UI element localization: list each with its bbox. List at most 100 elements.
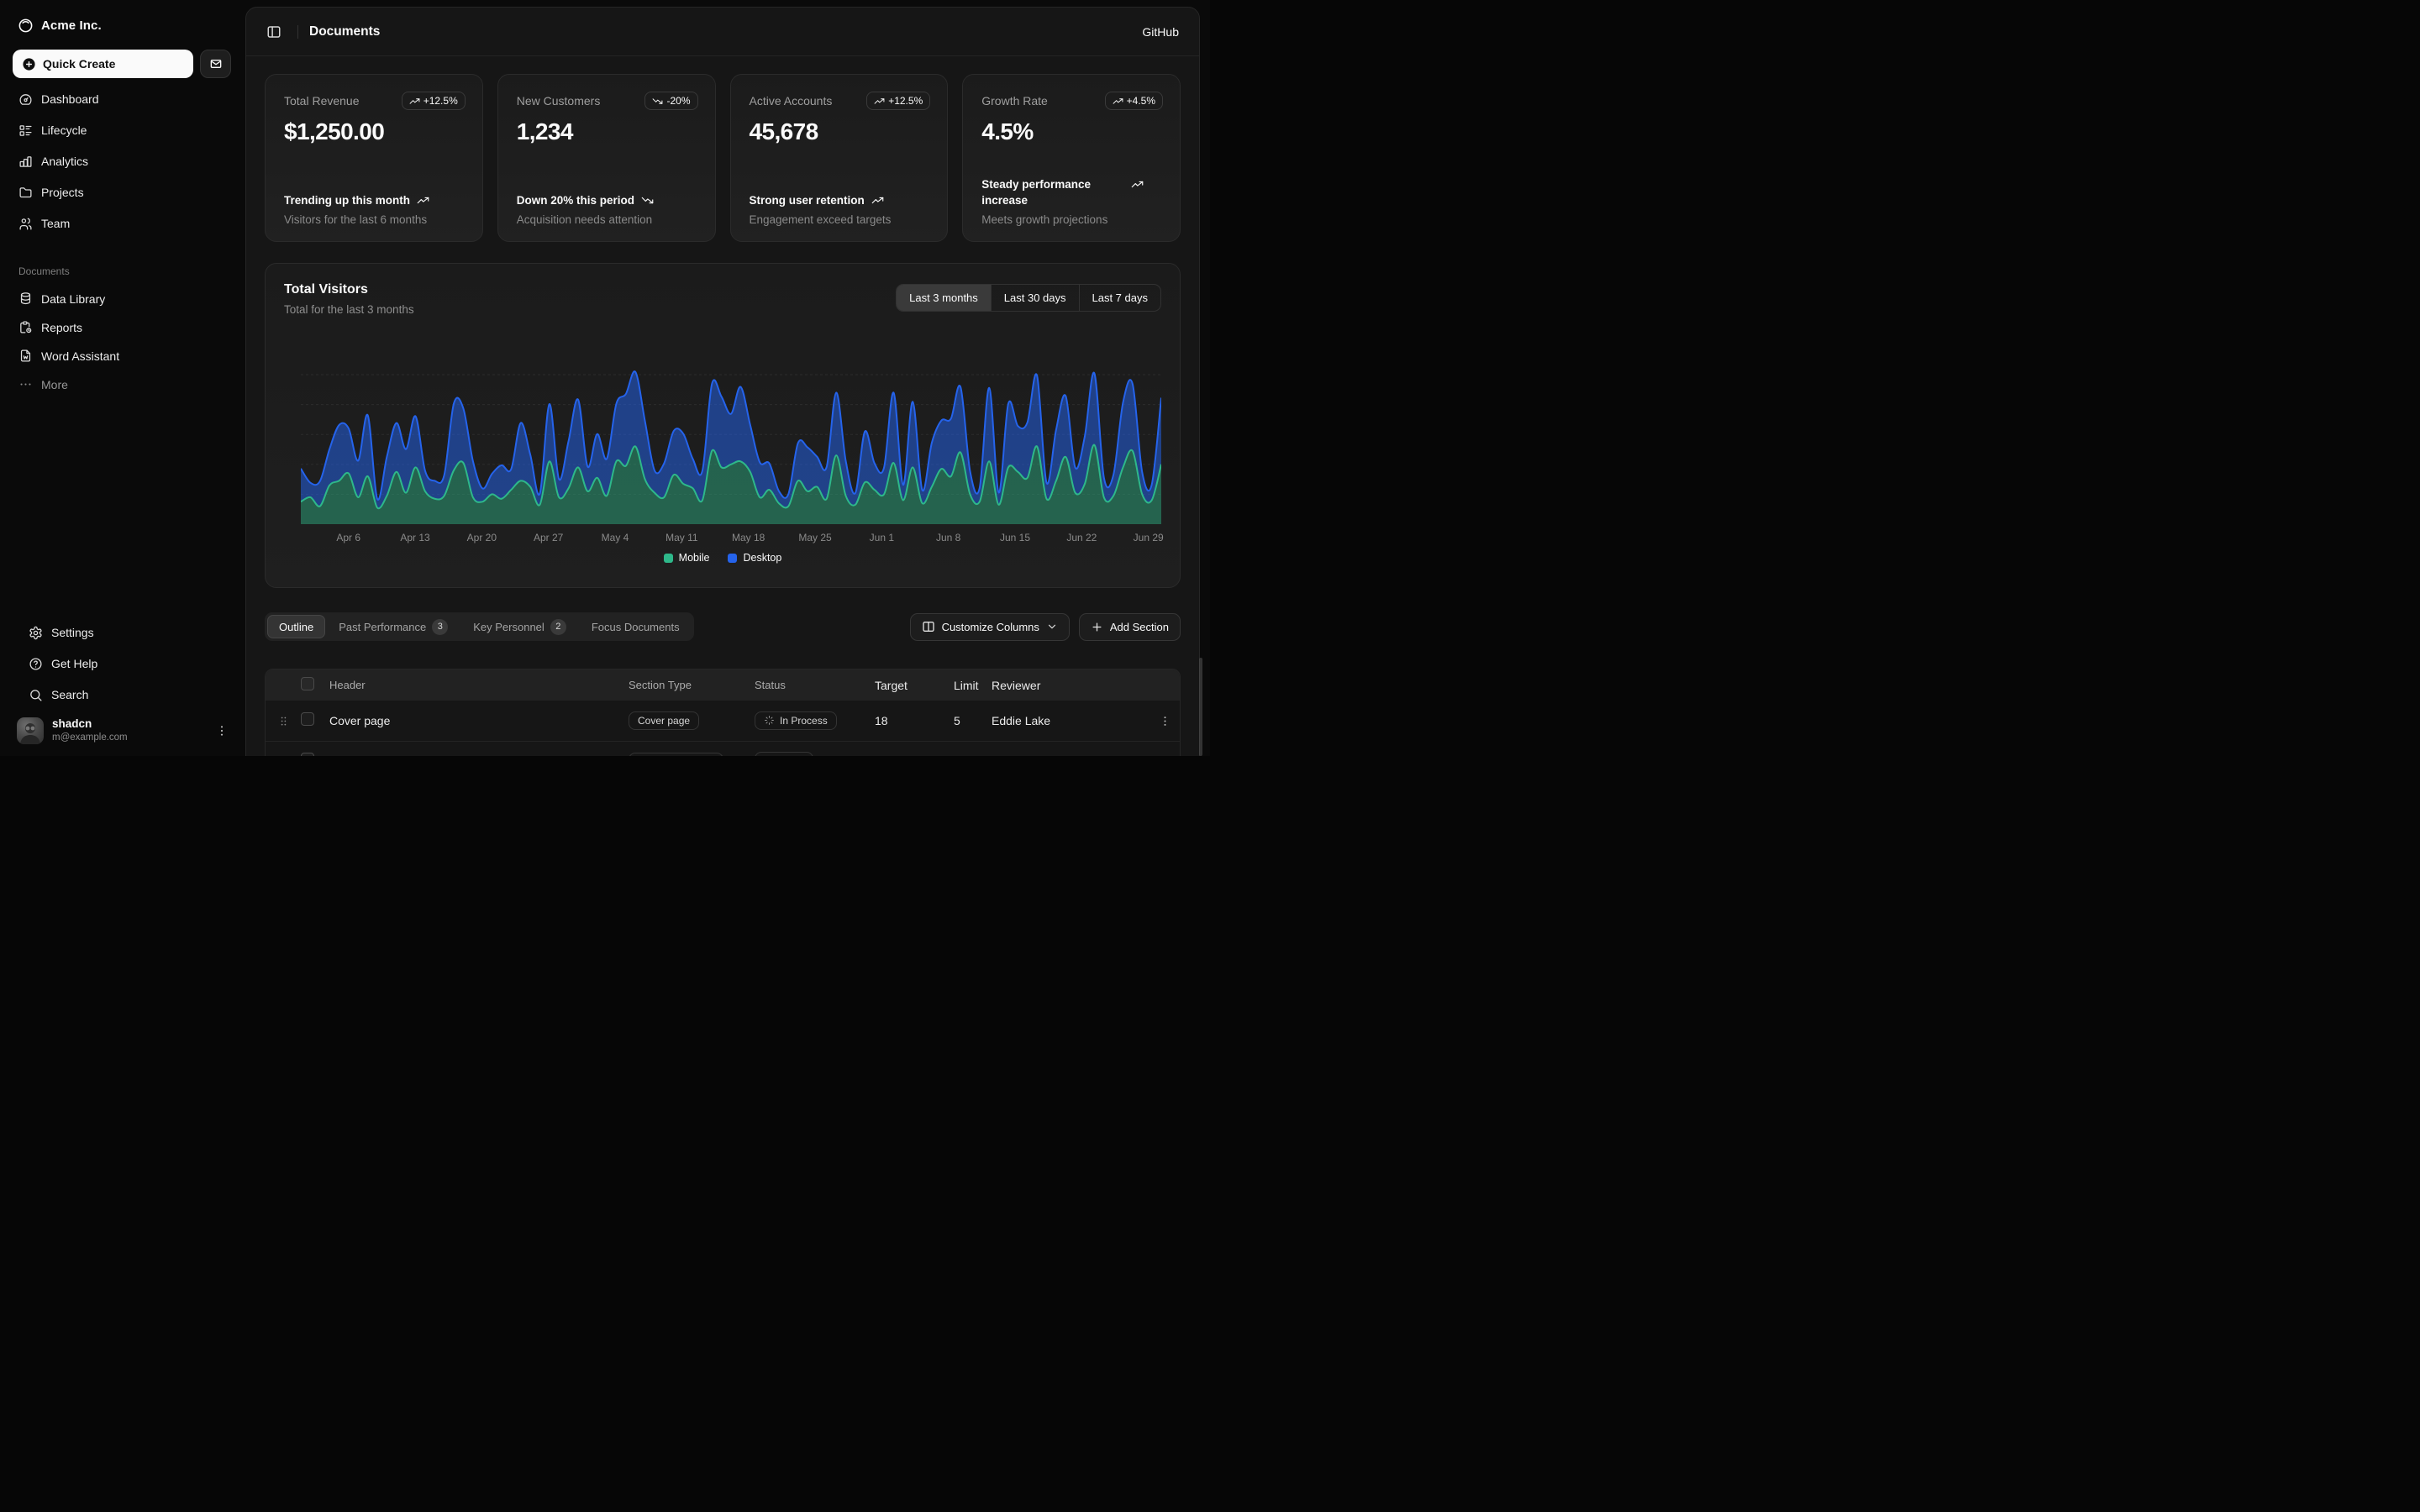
row-limit[interactable]: 5 <box>949 714 989 727</box>
stat-title: Active Accounts <box>750 92 833 108</box>
user-name: shadcn <box>52 717 207 732</box>
x-tick-label: Apr 20 <box>467 532 497 543</box>
loader-icon <box>764 715 775 726</box>
quick-create-button[interactable]: Quick Create <box>13 50 193 78</box>
circle-plus-icon <box>22 57 36 71</box>
time-range-tabs: Last 3 monthsLast 30 daysLast 7 days <box>896 284 1161 312</box>
sidebar-item-search[interactable]: Search <box>20 680 225 710</box>
stat-footer-desc: Meets growth projections <box>981 213 1163 226</box>
tab-past-performance[interactable]: Past Performance3 <box>327 615 460 638</box>
sidebar-item-reports[interactable]: Reports <box>10 313 235 341</box>
app-window: Acme Inc. Quick Create DashboardLifecycl… <box>0 0 1210 756</box>
row-checkbox[interactable] <box>301 753 314 756</box>
scrollbar-thumb[interactable] <box>1199 658 1202 756</box>
x-tick-label: Apr 13 <box>400 532 429 543</box>
stat-footer-desc: Engagement exceed targets <box>750 213 931 226</box>
dots-vertical-icon <box>215 724 229 738</box>
stat-title: New Customers <box>517 92 601 108</box>
chart-legend: MobileDesktop <box>266 552 1180 564</box>
sidebar-item-settings[interactable]: Settings <box>20 617 225 648</box>
avatar <box>17 717 44 744</box>
stat-value: 4.5% <box>981 118 1163 145</box>
sidebar-item-word-assistant[interactable]: Word Assistant <box>10 342 235 370</box>
stat-title: Total Revenue <box>284 92 360 108</box>
visitors-chart-card: Total Visitors Total for the last 3 mont… <box>265 263 1181 588</box>
user-email: m@example.com <box>52 732 207 743</box>
tab-key-personnel[interactable]: Key Personnel2 <box>461 615 578 638</box>
trending-up-icon <box>409 96 420 107</box>
tab-outline[interactable]: Outline <box>267 615 325 638</box>
stat-footer-title: Trending up this month <box>284 192 466 209</box>
row-checkbox[interactable] <box>301 712 314 726</box>
stat-value: 1,234 <box>517 118 698 145</box>
column-header-header: Header <box>323 679 622 691</box>
column-header-section-type: Section Type <box>622 679 748 691</box>
brand-name: Acme Inc. <box>41 18 102 33</box>
sidebar-item-dashboard[interactable]: Dashboard <box>10 84 235 114</box>
page-title: Documents <box>309 24 380 39</box>
database-icon <box>18 291 33 306</box>
sidebar-item-team[interactable]: Team <box>10 208 235 239</box>
trending-up-icon <box>1113 96 1123 107</box>
stat-card-new-customers: New Customers-20%1,234Down 20% this peri… <box>497 74 716 242</box>
row-target[interactable]: 29 <box>865 755 949 757</box>
customize-columns-label: Customize Columns <box>942 621 1039 633</box>
tab-count-badge: 2 <box>550 619 566 635</box>
sidebar-section-label: Documents <box>0 265 245 277</box>
stat-title: Growth Rate <box>981 92 1048 108</box>
add-section-button[interactable]: Add Section <box>1079 613 1181 641</box>
table-row[interactable]: Cover pageCover pageIn Process185Eddie L… <box>266 701 1180 741</box>
column-header-limit: Limit <box>949 679 989 692</box>
x-tick-label: Jun 29 <box>1134 532 1164 543</box>
user-menu[interactable]: shadcn m@example.com <box>10 711 235 751</box>
trend-badge: -20% <box>644 92 697 110</box>
x-tick-label: Jun 1 <box>870 532 894 543</box>
customize-columns-button[interactable]: Customize Columns <box>910 613 1070 641</box>
sidebar-item-projects[interactable]: Projects <box>10 177 235 207</box>
x-tick-label: Apr 6 <box>336 532 360 543</box>
trending-down-icon <box>652 96 663 107</box>
ellipsis-icon <box>18 377 33 391</box>
row-actions-button[interactable] <box>1143 755 1180 756</box>
legend-swatch <box>664 554 673 563</box>
table-row[interactable]: Table of contentsTable of contentsDone29… <box>266 741 1180 756</box>
page-header: Documents GitHub <box>246 8 1199 56</box>
column-header-target: Target <box>865 679 949 692</box>
trending-down-icon <box>641 194 654 207</box>
range-tab-last-7-days[interactable]: Last 7 days <box>1080 285 1161 311</box>
sidebar-toggle-button[interactable] <box>261 19 287 45</box>
sidebar-item-analytics[interactable]: Analytics <box>10 146 235 176</box>
table-header-row: HeaderSection TypeStatusTargetLimitRevie… <box>266 669 1180 701</box>
sidebar-item-data-library[interactable]: Data Library <box>10 285 235 312</box>
x-tick-label: Jun 15 <box>1000 532 1030 543</box>
sections-table: HeaderSection TypeStatusTargetLimitRevie… <box>265 669 1181 756</box>
brand[interactable]: Acme Inc. <box>0 0 245 34</box>
folder-icon <box>18 186 33 200</box>
row-target[interactable]: 18 <box>865 714 949 727</box>
select-all-checkbox[interactable] <box>301 677 314 690</box>
trending-up-icon <box>874 96 885 107</box>
sidebar-item-get-help[interactable]: Get Help <box>20 648 225 679</box>
stat-value: 45,678 <box>750 118 931 145</box>
inbox-button[interactable] <box>200 50 231 78</box>
x-tick-label: Apr 27 <box>534 532 563 543</box>
tab-focus-documents[interactable]: Focus Documents <box>580 615 692 638</box>
row-reviewer[interactable]: Eddie Lake <box>989 714 1143 727</box>
row-header: Cover page <box>323 714 622 727</box>
github-link[interactable]: GitHub <box>1142 25 1179 39</box>
range-tab-last-3-months[interactable]: Last 3 months <box>897 285 992 311</box>
drag-handle[interactable] <box>266 715 294 727</box>
dots-vertical-icon <box>1159 715 1171 727</box>
sidebar-documents-nav: Data LibraryReportsWord AssistantMore <box>0 285 245 398</box>
visitors-area-chart <box>301 334 1158 524</box>
range-tab-last-30-days[interactable]: Last 30 days <box>992 285 1080 311</box>
stat-footer-title: Steady performance increase <box>981 176 1163 209</box>
sidebar-item-more[interactable]: More <box>10 370 235 398</box>
row-limit[interactable]: 24 <box>949 755 989 757</box>
row-reviewer[interactable]: Eddie Lake <box>989 755 1143 757</box>
x-tick-label: Jun 8 <box>936 532 960 543</box>
drag-handle[interactable] <box>266 755 294 756</box>
row-actions-button[interactable] <box>1143 715 1180 727</box>
sidebar: Acme Inc. Quick Create DashboardLifecycl… <box>0 0 245 756</box>
sidebar-item-lifecycle[interactable]: Lifecycle <box>10 115 235 145</box>
